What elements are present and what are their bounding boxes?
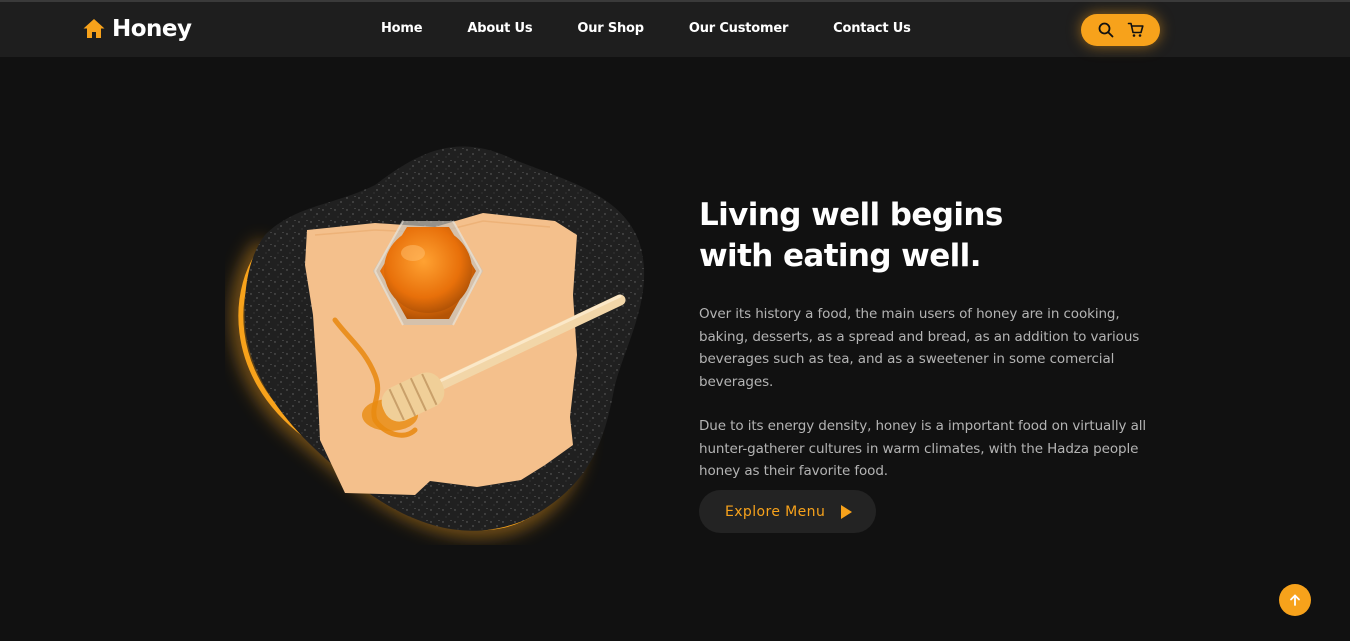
brand-name: Honey — [112, 16, 192, 42]
explore-menu-button[interactable]: Explore Menu — [699, 490, 876, 533]
nav-home[interactable]: Home — [381, 21, 423, 36]
hero-content: Living well begins with eating well. Ove… — [699, 195, 1169, 483]
hero-title: Living well begins with eating well. — [699, 195, 1169, 277]
logo[interactable]: Honey — [82, 16, 192, 42]
hero-title-line2: with eating well. — [699, 238, 981, 274]
header-tools — [1081, 14, 1160, 46]
play-icon — [839, 504, 853, 520]
nav-contact-us[interactable]: Contact Us — [833, 21, 911, 36]
hero-paragraph-1: Over its history a food, the main users … — [699, 306, 1140, 390]
scroll-to-top-button[interactable] — [1279, 584, 1311, 616]
hero-title-line1: Living well begins — [699, 197, 1003, 233]
cart-icon[interactable] — [1127, 21, 1145, 39]
nav-our-customer[interactable]: Our Customer — [689, 21, 788, 36]
search-icon[interactable] — [1097, 21, 1115, 39]
nav-our-shop[interactable]: Our Shop — [577, 21, 644, 36]
hero-honey-image — [225, 135, 655, 545]
hero-paragraph-2: Due to its energy density, honey is a im… — [699, 418, 1147, 479]
home-icon — [82, 17, 106, 41]
arrow-up-icon — [1288, 593, 1302, 607]
nav-about-us[interactable]: About Us — [467, 21, 532, 36]
site-header: Honey Home About Us Our Shop Our Custome… — [0, 2, 1350, 57]
main-nav: Home About Us Our Shop Our Customer Cont… — [381, 21, 956, 36]
explore-menu-label: Explore Menu — [725, 503, 826, 520]
